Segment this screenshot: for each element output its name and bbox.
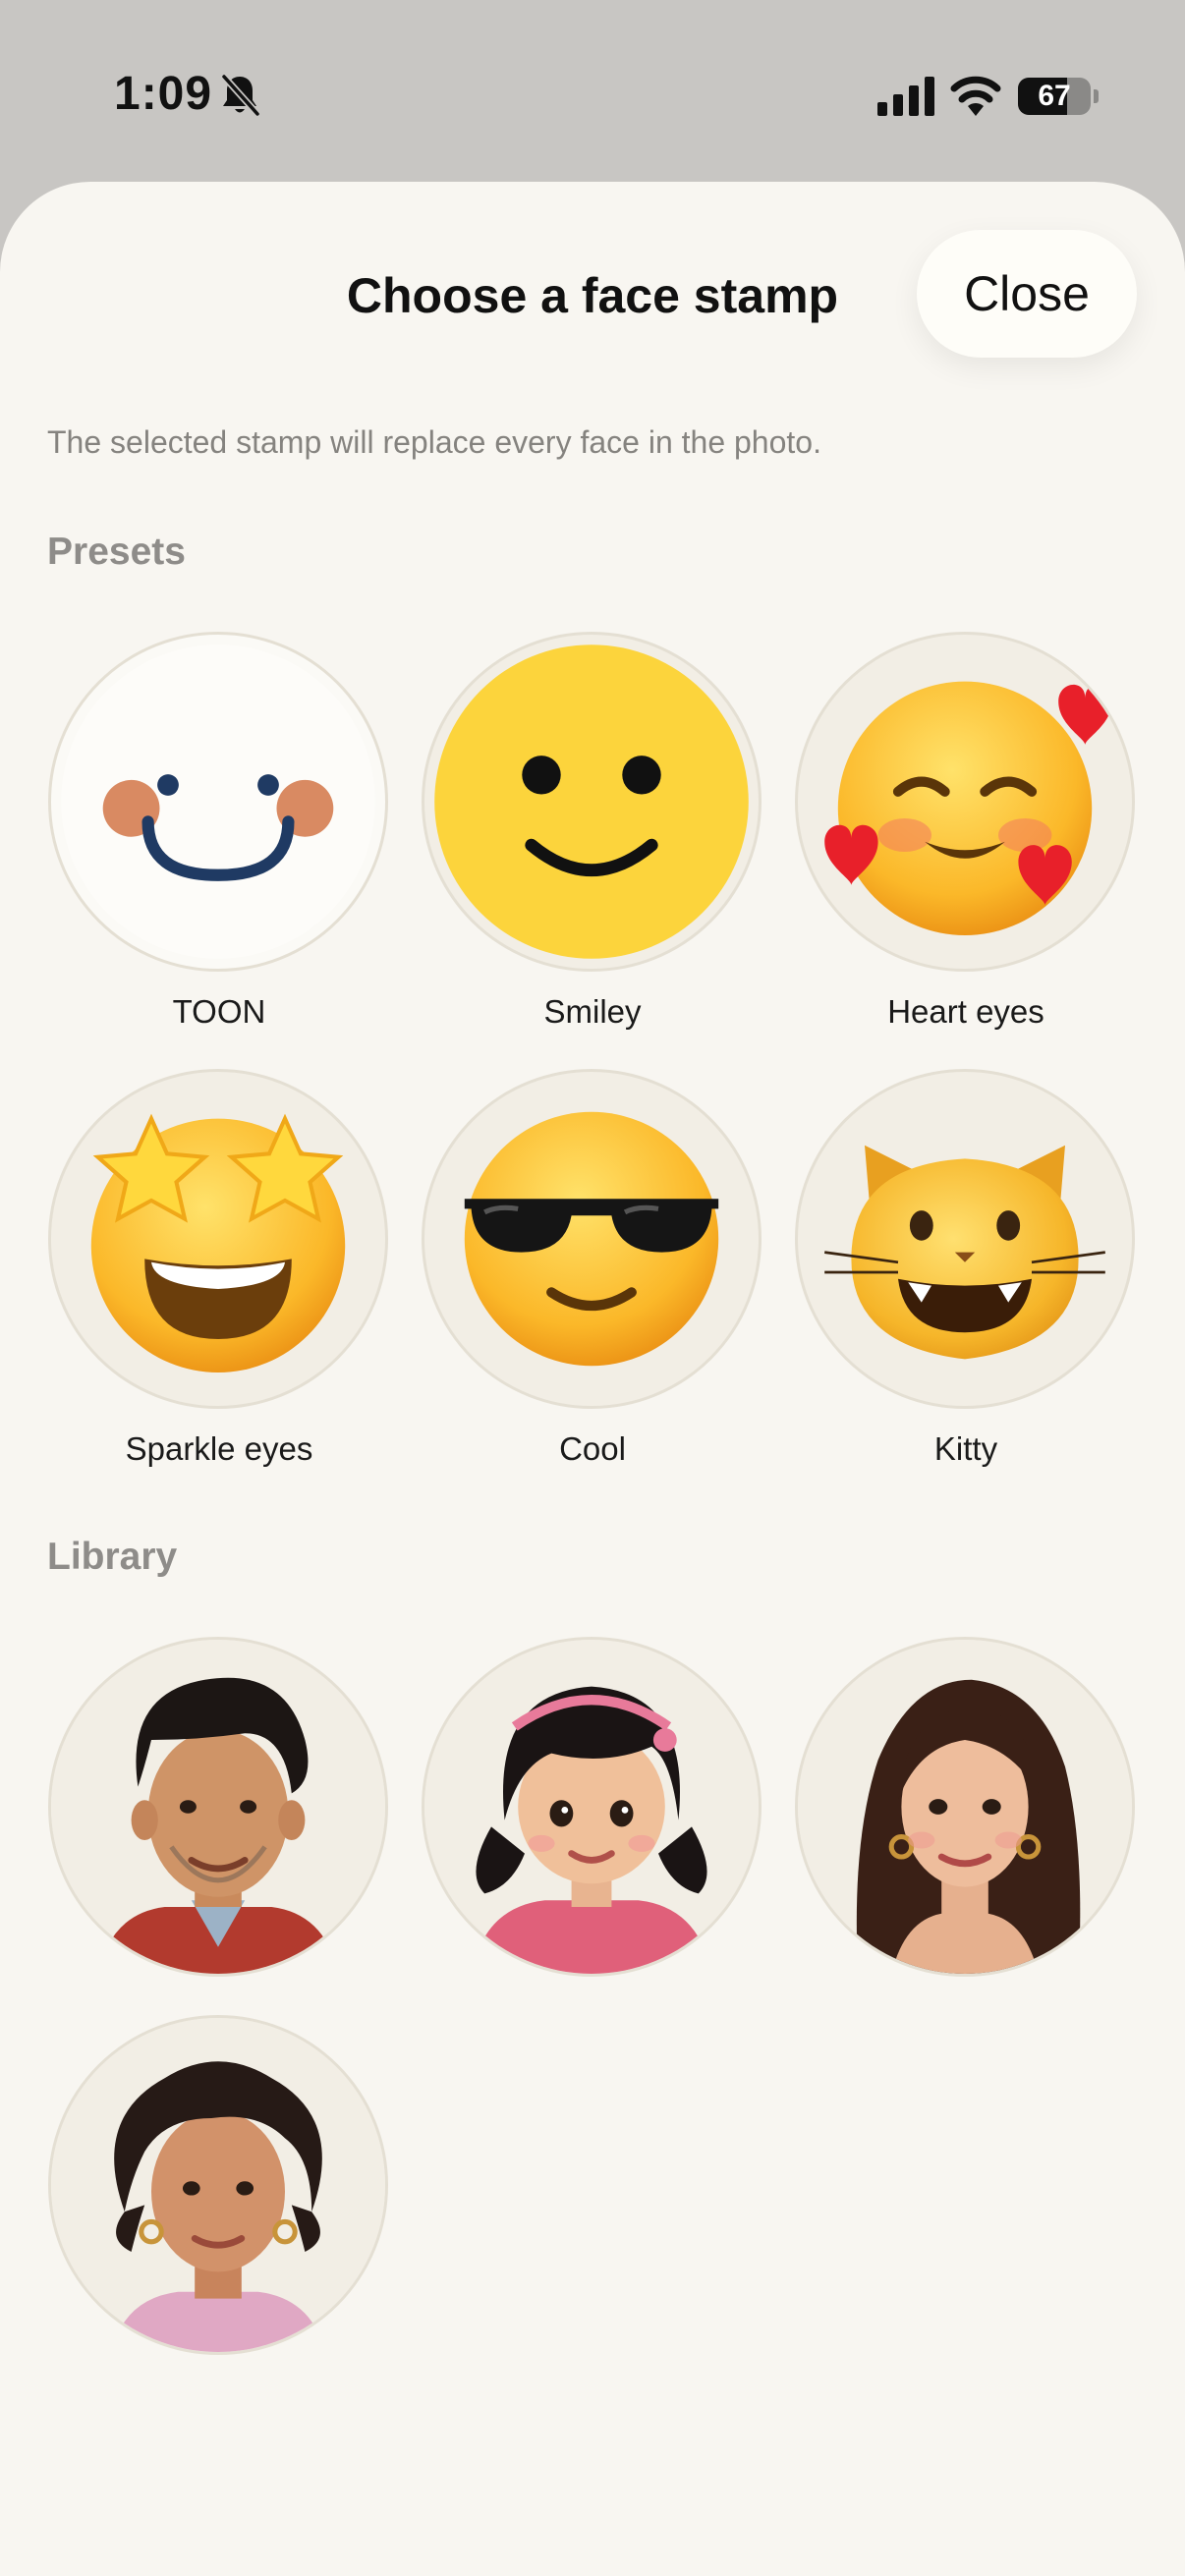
status-time: 1:09 (114, 68, 213, 120)
battery-icon: 67 (1018, 78, 1099, 115)
portrait-woman-image (795, 1637, 1135, 1977)
preset-smiley[interactable]: Smiley (422, 632, 763, 1031)
preset-label: Heart eyes (887, 993, 1044, 1030)
preset-toon[interactable]: TOON (48, 632, 390, 1031)
library-portrait-woman[interactable] (795, 1637, 1137, 1977)
star-struck-face-icon (48, 1069, 388, 1409)
preset-kitty[interactable]: Kitty (795, 1069, 1137, 1468)
smiley-face-icon (422, 632, 762, 972)
preset-label: Cool (559, 1430, 626, 1467)
sheet-subtitle: The selected stamp will replace every fa… (47, 424, 821, 460)
wifi-icon (949, 73, 1002, 116)
library-section-label: Library (47, 1536, 178, 1578)
preset-heart-eyes[interactable]: Heart eyes (795, 632, 1137, 1031)
portrait-girl-image (422, 1637, 762, 1977)
library-portrait-man[interactable] (48, 1637, 390, 1977)
preset-label: Kitty (933, 1430, 998, 1467)
preset-label: Smiley (543, 993, 642, 1030)
preset-label: TOON (172, 993, 266, 1030)
library-portrait-older-woman[interactable] (48, 2015, 390, 2355)
smiling-face-with-hearts-icon (795, 632, 1135, 972)
battery-percent: 67 (1038, 80, 1071, 112)
close-button[interactable]: Close (917, 230, 1137, 358)
portrait-man-image (48, 1637, 388, 1977)
bell-slash-icon (218, 73, 261, 118)
preset-sparkle-eyes[interactable]: Sparkle eyes (48, 1069, 390, 1468)
sunglasses-face-icon (422, 1069, 762, 1409)
grinning-cat-face-icon (795, 1069, 1135, 1409)
portrait-older-woman-image (48, 2015, 388, 2355)
presets-section-label: Presets (47, 531, 186, 573)
library-portrait-girl[interactable] (422, 1637, 763, 1977)
toon-face-icon (48, 632, 388, 972)
preset-label: Sparkle eyes (125, 1430, 313, 1467)
preset-cool[interactable]: Cool (422, 1069, 763, 1468)
cellular-signal-icon (877, 77, 934, 116)
status-bar: 1:09 67 (0, 0, 1185, 187)
